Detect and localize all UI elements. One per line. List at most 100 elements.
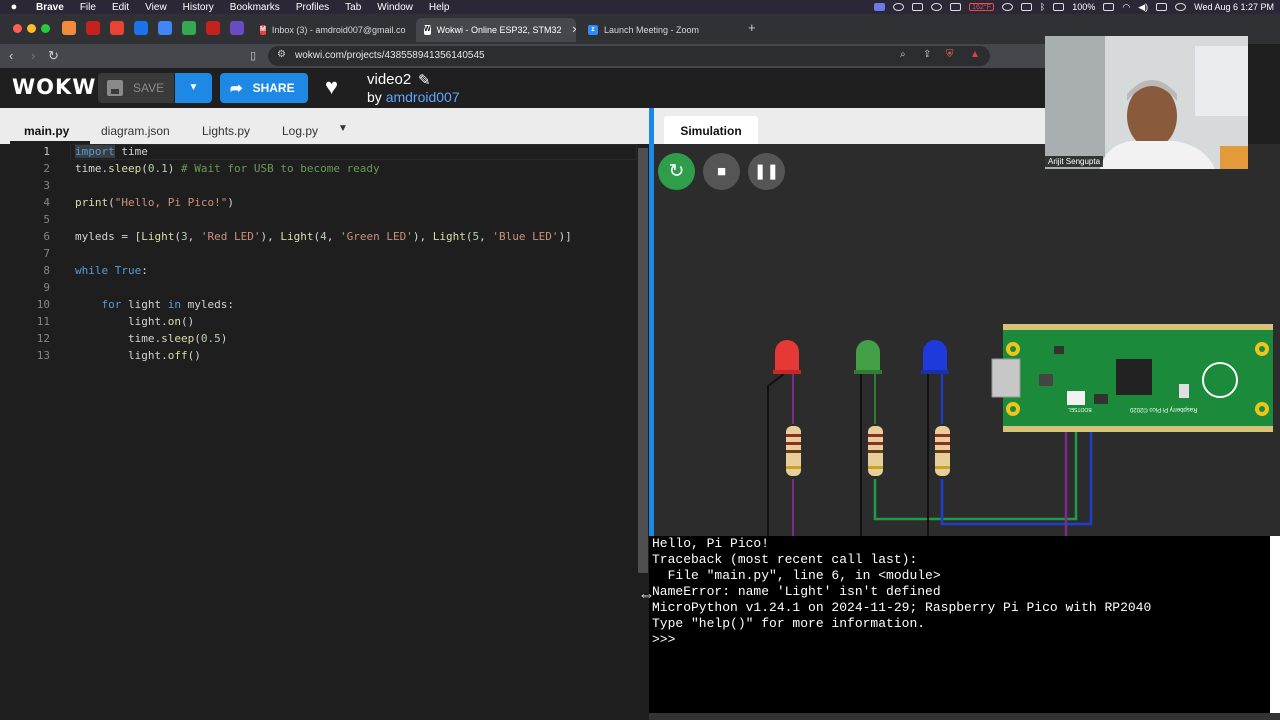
resistor-3 — [935, 426, 950, 476]
volume-icon[interactable]: ◀) — [1138, 2, 1148, 13]
code-editor[interactable]: 1 2 3 4 5 6 7 8 9 10 11 12 13 import tim… — [0, 144, 637, 720]
like-heart-icon[interactable]: ♥ — [325, 74, 338, 100]
menu-file[interactable]: File — [72, 2, 104, 13]
restart-simulation-button[interactable]: ↻ — [658, 153, 695, 190]
tabs-menu-icon[interactable]: ▼ — [338, 123, 348, 134]
screen-share-icon[interactable] — [874, 3, 886, 11]
reload-icon[interactable]: ↻ — [48, 48, 59, 64]
display-icon[interactable] — [1020, 3, 1032, 11]
bluetooth-icon[interactable]: ᛒ — [1040, 2, 1045, 12]
serial-scrollbar[interactable] — [1270, 536, 1280, 713]
close-tab-icon[interactable]: ✕ — [572, 25, 577, 36]
serial-line: Type "help()" for more information. — [652, 616, 926, 631]
wokwi-logo[interactable]: WOKWI — [12, 75, 105, 99]
line-number: 10 — [36, 298, 50, 311]
menu-tab[interactable]: Tab — [337, 2, 369, 13]
url-bar[interactable]: ⚙ wokwi.com/projects/438558941356140545 … — [268, 46, 990, 66]
site-settings-icon[interactable]: ⚙ — [277, 49, 286, 60]
share-page-icon[interactable]: ⇪ — [923, 49, 931, 60]
zoom-page-icon[interactable]: ⌕ — [900, 49, 906, 60]
code-line-1: import time — [75, 145, 148, 158]
brave-shields-icon[interactable]: ⛨ — [946, 49, 954, 60]
menu-edit[interactable]: Edit — [104, 2, 137, 13]
zoom-video-window[interactable]: Arijit Sengupta — [1045, 36, 1248, 169]
save-button[interactable]: SAVE — [98, 73, 174, 103]
clock-icon[interactable] — [1001, 3, 1013, 11]
tab-log-py[interactable]: Log.py — [282, 124, 318, 138]
project-title[interactable]: video2 — [367, 71, 411, 88]
menu-help[interactable]: Help — [421, 2, 458, 13]
wires — [767, 373, 1093, 536]
tab-zoom[interactable]: z Launch Meeting - Zoom — [580, 18, 740, 42]
tab-wokwi[interactable]: W Wokwi - Online ESP32, STM32 ✕ — [416, 18, 576, 42]
serial-monitor[interactable]: Hello, Pi Pico! Traceback (most recent c… — [649, 536, 1270, 713]
serial-prompt[interactable]: >>> — [652, 632, 1270, 648]
brave-rewards-icon[interactable]: ▲ — [970, 49, 980, 60]
minimize-window-icon[interactable] — [27, 24, 36, 33]
control-center-icon[interactable] — [1156, 3, 1168, 11]
save-dropdown-button[interactable]: ▼ — [175, 73, 212, 103]
tab-main-py[interactable]: main.py — [24, 124, 69, 138]
scrollbar-thumb[interactable] — [638, 148, 648, 573]
url-text[interactable]: wokwi.com/projects/438558941356140545 — [295, 50, 485, 61]
stop-simulation-button[interactable]: ■ — [703, 153, 740, 190]
macos-menubar: ● Brave File Edit View History Bookmarks… — [0, 0, 1280, 14]
chevron-down-icon: ▼ — [188, 82, 199, 93]
pinned-tab-icon[interactable] — [230, 21, 244, 35]
siri-icon[interactable] — [1175, 3, 1187, 11]
menu-history[interactable]: History — [175, 2, 222, 13]
pinned-tab-icon[interactable] — [158, 21, 172, 35]
simulation-canvas[interactable]: ↻ ■ ❚❚ Raspberry Pi Pico ©2020 BOOTSEL — [654, 144, 1280, 536]
temperature-badge[interactable]: 162°F — [969, 3, 994, 11]
code-line-2: time.sleep(0.1) # Wait for USB to become… — [75, 162, 380, 175]
line-number: 3 — [43, 179, 50, 192]
grammarly-icon[interactable] — [912, 3, 924, 11]
tab-diagram-json[interactable]: diagram.json — [101, 124, 170, 138]
forward-icon[interactable]: › — [31, 48, 35, 64]
datetime[interactable]: Wed Aug 6 1:27 PM — [1194, 2, 1274, 12]
serial-line: MicroPython v1.24.1 on 2024-11-29; Raspb… — [652, 600, 1152, 615]
apple-icon[interactable]: ● — [0, 1, 28, 13]
edit-pencil-icon[interactable]: ✎ — [418, 71, 431, 89]
tab-title: Wokwi - Online ESP32, STM32 — [436, 25, 562, 35]
pinned-tab-icon[interactable] — [134, 21, 148, 35]
menu-profiles[interactable]: Profiles — [288, 2, 337, 13]
vpn-icon[interactable] — [893, 3, 905, 11]
cloud-icon[interactable] — [1053, 3, 1065, 11]
simulation-tabs: Simulation — [654, 108, 1045, 144]
gmail-icon: M — [260, 25, 266, 35]
close-window-icon[interactable] — [13, 24, 22, 33]
editor-scrollbar[interactable] — [637, 144, 649, 720]
battery-icon[interactable] — [1103, 3, 1115, 11]
wifi-icon[interactable]: ◠ — [1122, 2, 1130, 13]
share-label: SHARE — [252, 81, 295, 95]
current-line-highlight — [70, 144, 637, 160]
tab-gmail[interactable]: M Inbox (3) - amdroid007@gmail.co — [252, 18, 412, 42]
resistor-2 — [868, 426, 883, 476]
focus-icon[interactable] — [931, 3, 943, 11]
menu-view[interactable]: View — [137, 2, 175, 13]
menu-window[interactable]: Window — [369, 2, 421, 13]
pinned-tab-icon[interactable] — [110, 21, 124, 35]
pinned-tab-icon[interactable] — [86, 21, 100, 35]
project-byline: by amdroid007 — [367, 89, 460, 105]
pause-simulation-button[interactable]: ❚❚ — [748, 153, 785, 190]
code-line-11: light.on() — [75, 315, 195, 328]
back-icon[interactable]: ‹ — [9, 48, 13, 64]
tab-simulation[interactable]: Simulation — [664, 116, 758, 144]
line-number: 4 — [43, 196, 50, 209]
wokwi-header: WOKWI SAVE ▼ ➦ SHARE ♥ video2 ✎ by amdro… — [0, 68, 1045, 108]
new-tab-button[interactable]: + — [748, 20, 756, 35]
pinned-tab-icon[interactable] — [206, 21, 220, 35]
menu-app[interactable]: Brave — [28, 2, 72, 13]
tab-lights-py[interactable]: Lights.py — [202, 124, 250, 138]
menu-bookmarks[interactable]: Bookmarks — [222, 2, 288, 13]
pinned-tab-icon[interactable] — [62, 21, 76, 35]
zoom-window-icon[interactable] — [41, 24, 50, 33]
share-button[interactable]: ➦ SHARE — [220, 73, 308, 103]
pinned-tab-icon[interactable] — [182, 21, 196, 35]
resize-cursor-icon: ⇔ — [638, 585, 655, 604]
author-link[interactable]: amdroid007 — [386, 89, 460, 105]
keyboard-icon[interactable] — [950, 3, 962, 11]
bookmark-icon[interactable]: ▯ — [250, 48, 256, 64]
